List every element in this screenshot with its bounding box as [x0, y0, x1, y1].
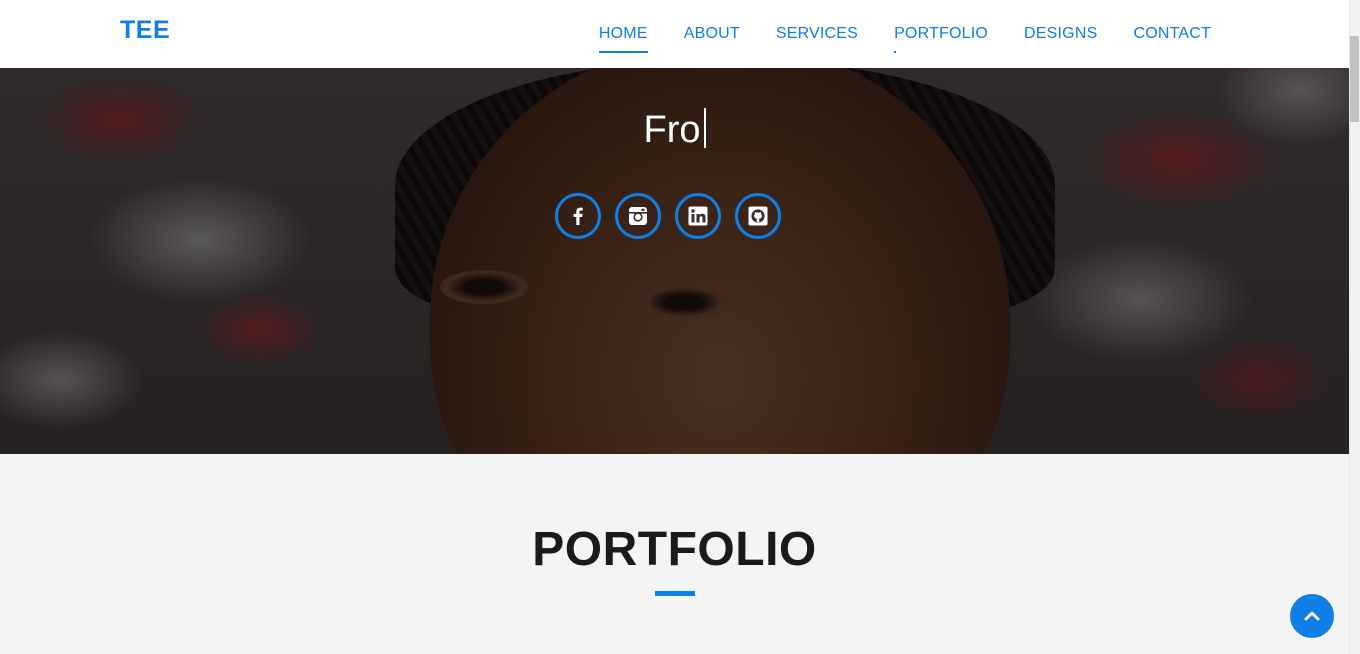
- nav-services[interactable]: SERVICES: [776, 25, 858, 43]
- page: Fro TEE HOME ABOUT SERVICES PORTFOLIO DE…: [0, 0, 1360, 654]
- instagram-icon: [629, 207, 647, 225]
- social-links: [555, 193, 781, 239]
- nav-portfolio[interactable]: PORTFOLIO: [894, 25, 988, 53]
- facebook-link[interactable]: [555, 193, 601, 239]
- chevron-up-icon: [1304, 611, 1320, 621]
- portfolio-title: PORTFOLIO: [532, 523, 817, 576]
- nav-contact[interactable]: CONTACT: [1133, 25, 1211, 43]
- nav-designs[interactable]: DESIGNS: [1024, 25, 1097, 43]
- hero-section: Fro: [0, 0, 1349, 454]
- instagram-link[interactable]: [615, 193, 661, 239]
- linkedin-icon: [688, 206, 708, 226]
- navbar: TEE HOME ABOUT SERVICES PORTFOLIO DESIGN…: [0, 0, 1349, 68]
- scrollbar-thumb[interactable]: [1350, 36, 1359, 122]
- page-scrollbar[interactable]: [1349, 0, 1360, 654]
- nav-home[interactable]: HOME: [598, 25, 648, 53]
- nav-about[interactable]: ABOUT: [684, 25, 740, 43]
- github-link[interactable]: [735, 193, 781, 239]
- hero-typed-text: Fro: [0, 106, 1349, 154]
- main-nav: HOME ABOUT SERVICES PORTFOLIO DESIGNS CO…: [598, 0, 1211, 68]
- typing-cursor: [703, 108, 706, 148]
- linkedin-link[interactable]: [675, 193, 721, 239]
- brand-logo[interactable]: TEE: [120, 16, 170, 45]
- portfolio-section: PORTFOLIO: [0, 454, 1349, 654]
- facebook-icon: [573, 207, 583, 225]
- back-to-top-button[interactable]: [1290, 594, 1334, 638]
- github-icon: [748, 206, 768, 226]
- portfolio-title-underline: [655, 591, 695, 596]
- hero-typed-value: Fro: [643, 109, 701, 151]
